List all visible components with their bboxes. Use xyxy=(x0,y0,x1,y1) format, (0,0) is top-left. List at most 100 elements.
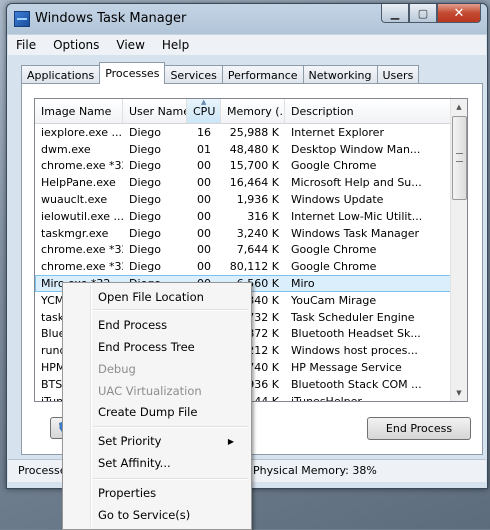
cell-cpu: 00 xyxy=(197,176,211,190)
cell-memory: 80,112 K xyxy=(229,260,279,274)
menu-create-dump-file[interactable]: Create Dump File xyxy=(98,402,197,422)
cell-cpu: 01 xyxy=(197,142,211,156)
menu-set-priority-label: Set Priority xyxy=(98,434,162,448)
menu-properties[interactable]: Properties xyxy=(98,483,156,503)
sort-arrow-icon: ▲ xyxy=(201,99,207,106)
table-row[interactable]: HelpPane.exe Diego 00 16,464 K Microsoft Hel… xyxy=(35,174,451,191)
scroll-down-arrow-icon[interactable]: ▼ xyxy=(451,385,467,401)
column-cpu-label: CPU xyxy=(193,104,216,118)
cell-cpu: 00 xyxy=(197,209,211,223)
cell-description: Google Chrome xyxy=(291,260,377,274)
column-image-name[interactable]: Image Name xyxy=(35,99,123,123)
maximize-button[interactable]: ▢ xyxy=(409,4,437,23)
menu-options[interactable]: Options xyxy=(45,38,108,52)
menu-end-process[interactable]: End Process xyxy=(98,315,167,335)
cell-description: Bluetooth Headset Sk... xyxy=(291,327,421,341)
menu-view[interactable]: View xyxy=(108,38,153,52)
menu-set-affinity[interactable]: Set Affinity... xyxy=(98,453,171,473)
tab-networking[interactable]: Networking xyxy=(302,65,378,84)
cell-cpu: 00 xyxy=(197,226,211,240)
submenu-arrow-icon: ▶ xyxy=(227,436,234,446)
table-row[interactable]: wuauclt.exe Diego 00 1,936 K Windows Update xyxy=(35,191,451,208)
menu-separator xyxy=(93,426,248,428)
menu-open-file-location[interactable]: Open File Location xyxy=(98,287,204,307)
status-physical-memory: Physical Memory: 38% xyxy=(253,464,377,477)
caption-buttons: ▁ ▢ ✕ xyxy=(381,4,481,23)
table-row[interactable]: ielowutil.exe ... Diego 00 316 K Internet Lo… xyxy=(35,208,451,225)
cell-user-name: Diego xyxy=(129,226,162,240)
cell-description: iTunesHelper xyxy=(291,394,362,402)
cell-image-name: chrome.exe *32 xyxy=(41,159,123,173)
tab-strip: Applications Processes Services Performa… xyxy=(21,62,420,84)
table-row[interactable]: chrome.exe *32 Diego 00 15,700 K Google Chro… xyxy=(35,158,451,175)
cell-image-name: ielowutil.exe ... xyxy=(41,209,123,223)
table-row[interactable]: chrome.exe *32 Diego 00 80,112 K Google Chro… xyxy=(35,258,451,275)
column-description[interactable]: Description xyxy=(285,99,451,123)
cell-image-name: iexplore.exe ... xyxy=(41,125,122,139)
cell-description: Internet Explorer xyxy=(291,125,384,139)
menu-uac-virtualization: UAC Virtualization xyxy=(98,384,202,398)
status-processes: Processe xyxy=(18,464,67,477)
table-row[interactable]: taskmgr.exe Diego 00 3,240 K Windows Task Ma… xyxy=(35,225,451,242)
minimize-button[interactable]: ▁ xyxy=(381,4,409,23)
cell-description: Google Chrome xyxy=(291,243,377,257)
context-menu: Open File Location End Process End Proce… xyxy=(62,282,252,530)
cell-user-name: Diego xyxy=(129,159,162,173)
cell-image-name: chrome.exe *32 xyxy=(41,243,123,257)
cell-user-name: Diego xyxy=(129,176,162,190)
column-user-name[interactable]: User Name xyxy=(123,99,187,123)
cell-description: Desktop Window Man... xyxy=(291,142,421,156)
scrollbar-thumb[interactable] xyxy=(452,116,467,200)
thumb-grip-icon xyxy=(456,153,463,162)
cell-description: Windows Update xyxy=(291,193,384,207)
tab-services[interactable]: Services xyxy=(164,65,223,84)
menu-set-priority[interactable]: Set Priority ▶ xyxy=(98,431,244,451)
cell-cpu: 00 xyxy=(197,159,211,173)
scroll-up-arrow-icon[interactable]: ▲ xyxy=(451,99,467,115)
window-title: Windows Task Manager xyxy=(35,11,187,26)
title-bar[interactable]: Windows Task Manager ▁ ▢ ✕ xyxy=(7,4,487,32)
tab-users[interactable]: Users xyxy=(376,65,420,84)
menu-end-process-tree[interactable]: End Process Tree xyxy=(98,337,195,357)
menu-go-to-services[interactable]: Go to Service(s) xyxy=(98,505,190,525)
menu-separator xyxy=(93,478,248,480)
cell-user-name: Diego xyxy=(129,243,162,257)
vertical-scrollbar[interactable]: ▲ ▼ xyxy=(450,99,467,401)
menu-file[interactable]: File xyxy=(8,38,45,52)
task-manager-app-icon xyxy=(14,11,30,27)
cell-image-name: taskmgr.exe xyxy=(41,226,109,240)
menu-bar: File Options View Help xyxy=(8,35,486,55)
table-row[interactable]: iexplore.exe ... Diego 16 25,988 K Internet … xyxy=(35,124,451,141)
close-button[interactable]: ✕ xyxy=(437,4,481,23)
cell-cpu: 00 xyxy=(197,243,211,257)
cell-memory: 48,480 K xyxy=(229,142,279,156)
menu-help[interactable]: Help xyxy=(154,38,198,52)
cell-image-name: HelpPane.exe xyxy=(41,176,116,190)
column-cpu[interactable]: ▲ CPU xyxy=(187,99,221,123)
cell-user-name: Diego xyxy=(129,125,162,139)
menu-debug: Debug xyxy=(98,362,136,376)
tab-applications[interactable]: Applications xyxy=(21,65,101,84)
cell-description: Windows Task Manager xyxy=(291,226,420,240)
table-row[interactable]: dwm.exe Diego 01 48,480 K Desktop Window Man… xyxy=(35,141,451,158)
end-process-button[interactable]: End Process xyxy=(367,417,471,440)
tab-processes[interactable]: Processes xyxy=(99,62,166,84)
menu-separator xyxy=(93,309,248,311)
cell-memory: 25,988 K xyxy=(229,125,279,139)
cell-image-name: dwm.exe xyxy=(41,142,91,156)
cell-image-name: wuauclt.exe xyxy=(41,193,108,207)
cell-memory: 3,240 K xyxy=(236,226,279,240)
cell-memory: 1,936 K xyxy=(236,193,279,207)
column-memory[interactable]: Memory (... xyxy=(221,99,285,123)
cell-memory: 316 K xyxy=(247,209,279,223)
cell-description: Internet Low-Mic Utilit... xyxy=(291,209,423,223)
tab-performance[interactable]: Performance xyxy=(221,65,304,84)
list-header: Image Name User Name ▲ CPU Memory (... D… xyxy=(35,99,451,124)
cell-user-name: Diego xyxy=(129,260,162,274)
cell-memory: 15,700 K xyxy=(229,159,279,173)
cell-user-name: Diego xyxy=(129,209,162,223)
cell-description: Bluetooth Stack COM ... xyxy=(291,377,422,391)
cell-cpu: 00 xyxy=(197,193,211,207)
table-row[interactable]: chrome.exe *32 Diego 00 7,644 K Google Chrom… xyxy=(35,242,451,259)
cell-cpu: 16 xyxy=(197,125,211,139)
